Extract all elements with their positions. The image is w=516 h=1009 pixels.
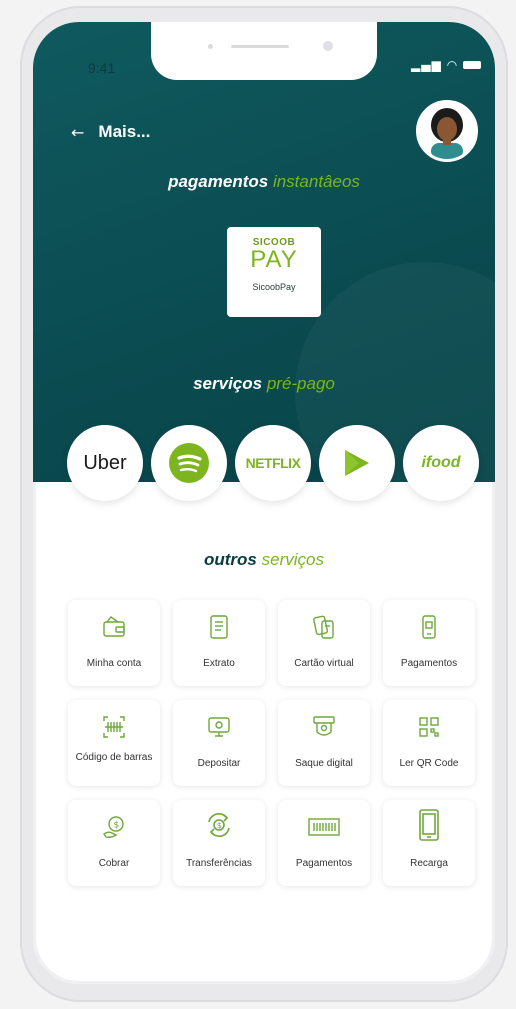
tile-recarga[interactable]: Recarga <box>383 800 475 886</box>
tile-ler-qr-code[interactable]: Ler QR Code <box>383 700 475 786</box>
phone-recharge-icon <box>419 809 439 841</box>
tile-label: Pagamentos <box>400 658 458 669</box>
svg-text:$: $ <box>217 821 222 830</box>
tile-label: Código de barras <box>75 752 153 763</box>
tile-transferencias[interactable]: $ Transferências <box>173 800 265 886</box>
deposit-icon <box>208 717 230 737</box>
uber-logo: Uber <box>83 451 127 474</box>
tile-codigo-de-barras[interactable]: Código de barras <box>68 700 160 786</box>
tile-saque-digital[interactable]: Saque digital <box>278 700 370 786</box>
tile-label: Cartão virtual <box>294 658 354 669</box>
sicoob-logo-pay: PAY <box>250 246 298 273</box>
tile-pagamentos-boleto[interactable]: Pagamentos <box>278 800 370 886</box>
google-play-icon <box>345 450 369 476</box>
wifi-icon: ◠ <box>446 58 459 72</box>
tile-depositar[interactable]: Depositar <box>173 700 265 786</box>
tile-pagamentos[interactable]: Pagamentos <box>383 600 475 686</box>
barcode-scan-icon <box>103 716 125 738</box>
status-time: 9:41 <box>88 60 116 76</box>
card-icon <box>313 615 334 639</box>
phone-screen: 9:41 ▂▄▆ ◠ ← Mais... pagamentos instantâ… <box>33 22 495 984</box>
charge-icon: $ <box>103 816 124 838</box>
tile-label: Ler QR Code <box>399 758 459 769</box>
camera-icon <box>323 41 333 51</box>
tile-cobrar[interactable]: $ Cobrar <box>68 800 160 886</box>
ifood-logo: ifood <box>421 454 461 471</box>
speaker-grille <box>231 45 289 48</box>
tile-label: Depositar <box>197 758 241 769</box>
sensor-dot <box>208 44 213 49</box>
netflix-button[interactable]: NETFLIX <box>235 425 311 501</box>
tile-cartao-virtual[interactable]: Cartão virtual <box>278 600 370 686</box>
qr-code-icon <box>419 717 439 737</box>
tile-label: Extrato <box>203 658 235 669</box>
sicoobpay-card[interactable]: SICOOB PAY SicoobPay <box>227 227 321 317</box>
battery-icon <box>463 61 482 69</box>
instant-payments-title: pagamentos instantâeos <box>168 172 360 191</box>
tile-extrato[interactable]: Extrato <box>173 600 265 686</box>
atm-icon <box>313 716 335 736</box>
wallet-icon <box>103 616 125 637</box>
tile-minha-conta[interactable]: Minha conta <box>68 600 160 686</box>
uber-button[interactable]: Uber <box>67 425 143 501</box>
avatar[interactable] <box>416 100 478 162</box>
tile-label: Transferências <box>186 858 252 869</box>
spotify-icon <box>169 443 209 483</box>
sicoobpay-label: SicoobPay <box>252 282 296 292</box>
tile-label: Pagamentos <box>295 858 353 869</box>
avatar-icon <box>419 103 475 159</box>
spotify-button[interactable] <box>151 425 227 501</box>
other-services-title: outros serviços <box>204 550 324 569</box>
page-title: Mais... <box>98 122 151 141</box>
prepaid-services-row: Uber NETFLIX ifood <box>67 425 487 505</box>
back-arrow-icon[interactable]: ← <box>71 123 84 142</box>
statement-icon <box>210 615 228 639</box>
back-navigation[interactable]: ← Mais... <box>71 122 150 142</box>
phone-payment-icon <box>422 615 436 639</box>
tile-label: Recarga <box>410 858 448 869</box>
phone-notch <box>151 22 377 80</box>
transfer-icon: $ <box>208 813 230 837</box>
tile-label: Saque digital <box>295 758 353 769</box>
tile-label: Cobrar <box>98 858 130 869</box>
google-play-button[interactable] <box>319 425 395 501</box>
tile-label: Minha conta <box>86 658 142 669</box>
netflix-logo: NETFLIX <box>245 455 301 471</box>
status-icons: ▂▄▆ ◠ <box>411 58 482 72</box>
svg-text:$: $ <box>114 821 120 831</box>
prepaid-services-title: serviços pré-pago <box>193 374 335 393</box>
signal-icon: ▂▄▆ <box>411 58 442 72</box>
ifood-button[interactable]: ifood <box>403 425 479 501</box>
barcode-icon <box>308 818 340 836</box>
